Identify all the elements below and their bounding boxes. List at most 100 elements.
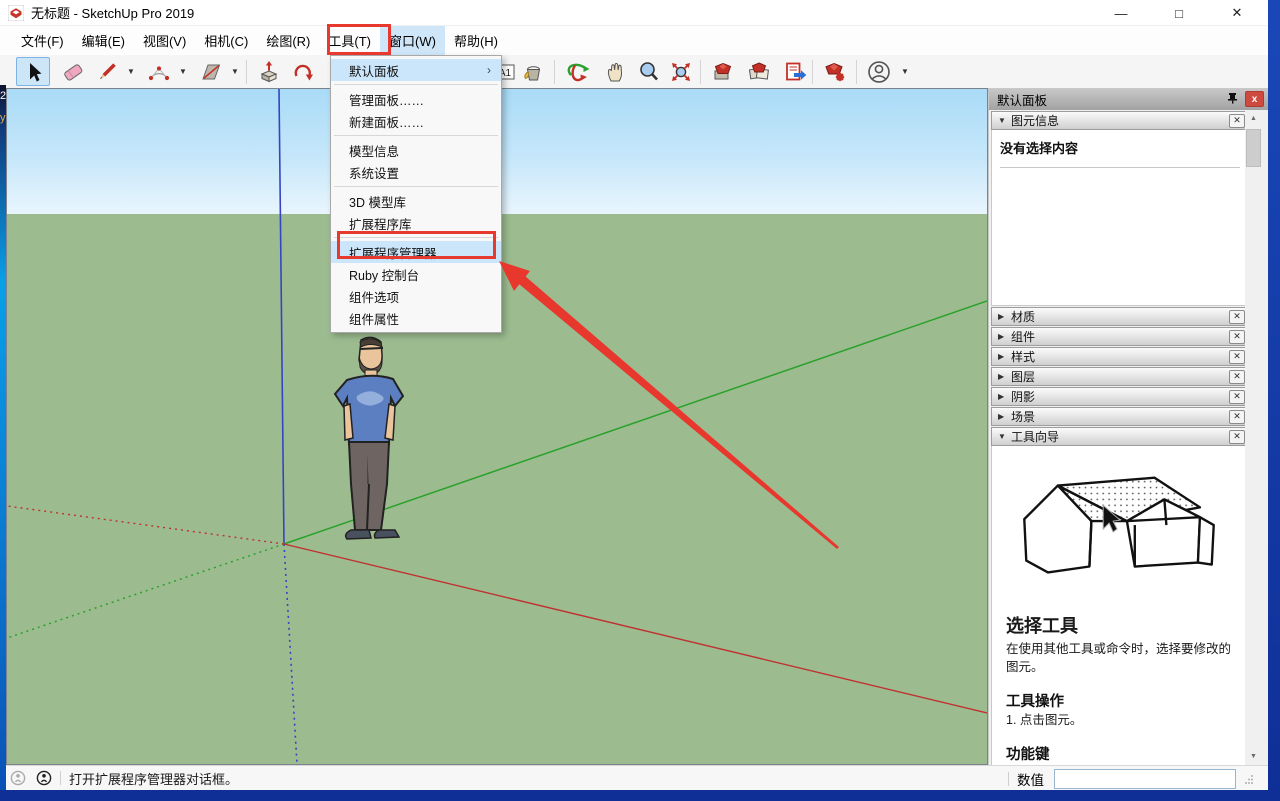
menu-item-extension-manager[interactable]: 扩展程序管理器 bbox=[331, 241, 501, 263]
shape-tool-dropdown[interactable]: ▼ bbox=[228, 57, 242, 86]
statusbar-divider bbox=[1008, 772, 1009, 786]
sign-in-avatar-button[interactable] bbox=[862, 57, 896, 86]
extension-warehouse-button[interactable] bbox=[742, 57, 776, 86]
section-label: 材质 bbox=[1011, 308, 1035, 325]
cursor-icon bbox=[21, 60, 45, 84]
chevron-collapsed-icon: ▶ bbox=[998, 352, 1011, 361]
share-model-button[interactable] bbox=[778, 57, 812, 86]
menu-item-new-tray[interactable]: 新建面板…… bbox=[331, 110, 501, 132]
menu-tools[interactable]: 工具(T) bbox=[319, 26, 380, 55]
zoom-extents-tool-button[interactable] bbox=[664, 57, 698, 86]
instructor-modifier-heading: 功能键 bbox=[1006, 743, 1234, 764]
menu-item-ruby-console[interactable]: Ruby 控制台 bbox=[331, 263, 501, 285]
instructor-operations-heading: 工具操作 bbox=[1006, 690, 1234, 711]
section-header-instructor[interactable]: ▼ 工具向导 ✕ bbox=[991, 427, 1249, 446]
section-close-icon[interactable]: ✕ bbox=[1229, 430, 1245, 444]
line-tool-button[interactable] bbox=[90, 57, 124, 86]
section-header-styles[interactable]: ▶ 样式 ✕ bbox=[991, 347, 1249, 366]
section-close-icon[interactable]: ✕ bbox=[1229, 350, 1245, 364]
section-close-icon[interactable]: ✕ bbox=[1229, 390, 1245, 404]
menu-item-extension-warehouse[interactable]: 扩展程序库 bbox=[331, 212, 501, 234]
paint-bucket-tool-button[interactable] bbox=[516, 57, 550, 86]
submenu-arrow-icon: › bbox=[487, 63, 491, 77]
scrollbar-thumb[interactable] bbox=[1246, 129, 1261, 167]
menu-edit[interactable]: 编辑(E) bbox=[73, 26, 134, 55]
section-header-entity-info[interactable]: ▼ 图元信息 ✕ bbox=[991, 111, 1249, 130]
section-header-shadows[interactable]: ▶ 阴影 ✕ bbox=[991, 387, 1249, 406]
entity-info-panel: 没有选择内容 bbox=[991, 130, 1249, 306]
section-header-scenes[interactable]: ▶ 场景 ✕ bbox=[991, 407, 1249, 426]
menu-item-preferences[interactable]: 系统设置 bbox=[331, 161, 501, 183]
arc-tool-button[interactable] bbox=[142, 57, 176, 86]
chevron-expanded-icon: ▼ bbox=[998, 116, 1011, 125]
shape-tool-button[interactable] bbox=[194, 57, 228, 86]
measurements-input[interactable] bbox=[1054, 769, 1236, 789]
credits-status-icon[interactable] bbox=[36, 770, 52, 786]
resize-grip[interactable] bbox=[1244, 774, 1254, 784]
section-header-components[interactable]: ▶ 组件 ✕ bbox=[991, 327, 1249, 346]
menu-draw[interactable]: 绘图(R) bbox=[257, 26, 319, 55]
menu-camera[interactable]: 相机(C) bbox=[195, 26, 257, 55]
3d-warehouse-button[interactable] bbox=[706, 57, 740, 86]
instructor-step: 1. 点击图元。 bbox=[1006, 711, 1234, 729]
menu-separator bbox=[334, 186, 498, 187]
zoom-tool-button[interactable] bbox=[632, 57, 666, 86]
section-close-icon[interactable]: ✕ bbox=[1229, 114, 1245, 128]
close-button[interactable]: ✕ bbox=[1214, 0, 1260, 26]
arc-tool-dropdown[interactable]: ▼ bbox=[176, 57, 190, 86]
section-label: 样式 bbox=[1011, 348, 1035, 365]
minimize-button[interactable]: — bbox=[1098, 0, 1144, 26]
section-label: 组件 bbox=[1011, 328, 1035, 345]
menu-window[interactable]: 窗口(W) bbox=[380, 26, 445, 55]
menu-item-component-options[interactable]: 组件选项 bbox=[331, 285, 501, 307]
section-header-layers[interactable]: ▶ 图层 ✕ bbox=[991, 367, 1249, 386]
extension-manager-icon bbox=[823, 60, 847, 84]
tray-close-button[interactable]: x bbox=[1245, 91, 1264, 107]
menu-item-component-attributes[interactable]: 组件属性 bbox=[331, 307, 501, 329]
eraser-tool-button[interactable] bbox=[56, 57, 90, 86]
avatar-icon bbox=[866, 59, 892, 85]
follow-me-tool-button[interactable] bbox=[286, 57, 320, 86]
menu-separator bbox=[334, 135, 498, 136]
pin-icon[interactable] bbox=[1223, 92, 1241, 107]
section-label: 图元信息 bbox=[1011, 112, 1059, 129]
menu-item-model-info[interactable]: 模型信息 bbox=[331, 139, 501, 161]
avatar-dropdown[interactable]: ▼ bbox=[898, 57, 912, 86]
entity-info-empty-text: 没有选择内容 bbox=[1000, 138, 1240, 157]
select-tool-button[interactable] bbox=[16, 57, 50, 86]
extension-manager-button[interactable] bbox=[818, 57, 852, 86]
scale-figure[interactable] bbox=[317, 334, 417, 548]
paint-bucket-icon bbox=[521, 60, 545, 84]
toolbar-separator bbox=[554, 60, 555, 84]
menu-item-3d-warehouse[interactable]: 3D 模型库 bbox=[331, 190, 501, 212]
menu-file[interactable]: 文件(F) bbox=[12, 26, 73, 55]
eraser-icon bbox=[61, 60, 85, 84]
maximize-button[interactable]: □ bbox=[1156, 0, 1202, 26]
menu-item-label: 默认面板 bbox=[349, 61, 399, 80]
share-model-icon bbox=[783, 60, 807, 84]
menu-view[interactable]: 视图(V) bbox=[134, 26, 195, 55]
menu-item-manage-trays[interactable]: 管理面板…… bbox=[331, 88, 501, 110]
window-title: 无标题 - SketchUp Pro 2019 bbox=[31, 3, 194, 22]
rectangle-icon bbox=[199, 60, 223, 84]
section-header-materials[interactable]: ▶ 材质 ✕ bbox=[991, 307, 1249, 326]
chevron-collapsed-icon: ▶ bbox=[998, 332, 1011, 341]
tray-scrollbar[interactable]: ▲ ▼ bbox=[1245, 110, 1262, 765]
pan-tool-button[interactable] bbox=[598, 57, 632, 86]
line-tool-dropdown[interactable]: ▼ bbox=[124, 57, 138, 86]
scroll-down-icon[interactable]: ▼ bbox=[1245, 748, 1262, 765]
scroll-up-icon[interactable]: ▲ bbox=[1245, 110, 1262, 127]
menu-help[interactable]: 帮助(H) bbox=[445, 26, 507, 55]
geolocation-status-icon[interactable] bbox=[10, 770, 26, 786]
window-menu-dropdown: 默认面板 › 管理面板…… 新建面板…… 模型信息 系统设置 3D 模型库 扩展… bbox=[330, 55, 502, 333]
section-close-icon[interactable]: ✕ bbox=[1229, 310, 1245, 324]
section-close-icon[interactable]: ✕ bbox=[1229, 330, 1245, 344]
orbit-tool-button[interactable] bbox=[562, 57, 596, 86]
section-close-icon[interactable]: ✕ bbox=[1229, 410, 1245, 424]
menu-item-default-tray[interactable]: 默认面板 › bbox=[331, 59, 501, 81]
section-close-icon[interactable]: ✕ bbox=[1229, 370, 1245, 384]
push-pull-tool-button[interactable] bbox=[252, 57, 286, 86]
arc-icon bbox=[147, 60, 171, 84]
default-tray: 默认面板 x ▼ 图元信息 ✕ 没有选择内容 bbox=[988, 88, 1268, 765]
instructor-description: 在使用其他工具或命令时，选择要修改的图元。 bbox=[1006, 640, 1234, 676]
